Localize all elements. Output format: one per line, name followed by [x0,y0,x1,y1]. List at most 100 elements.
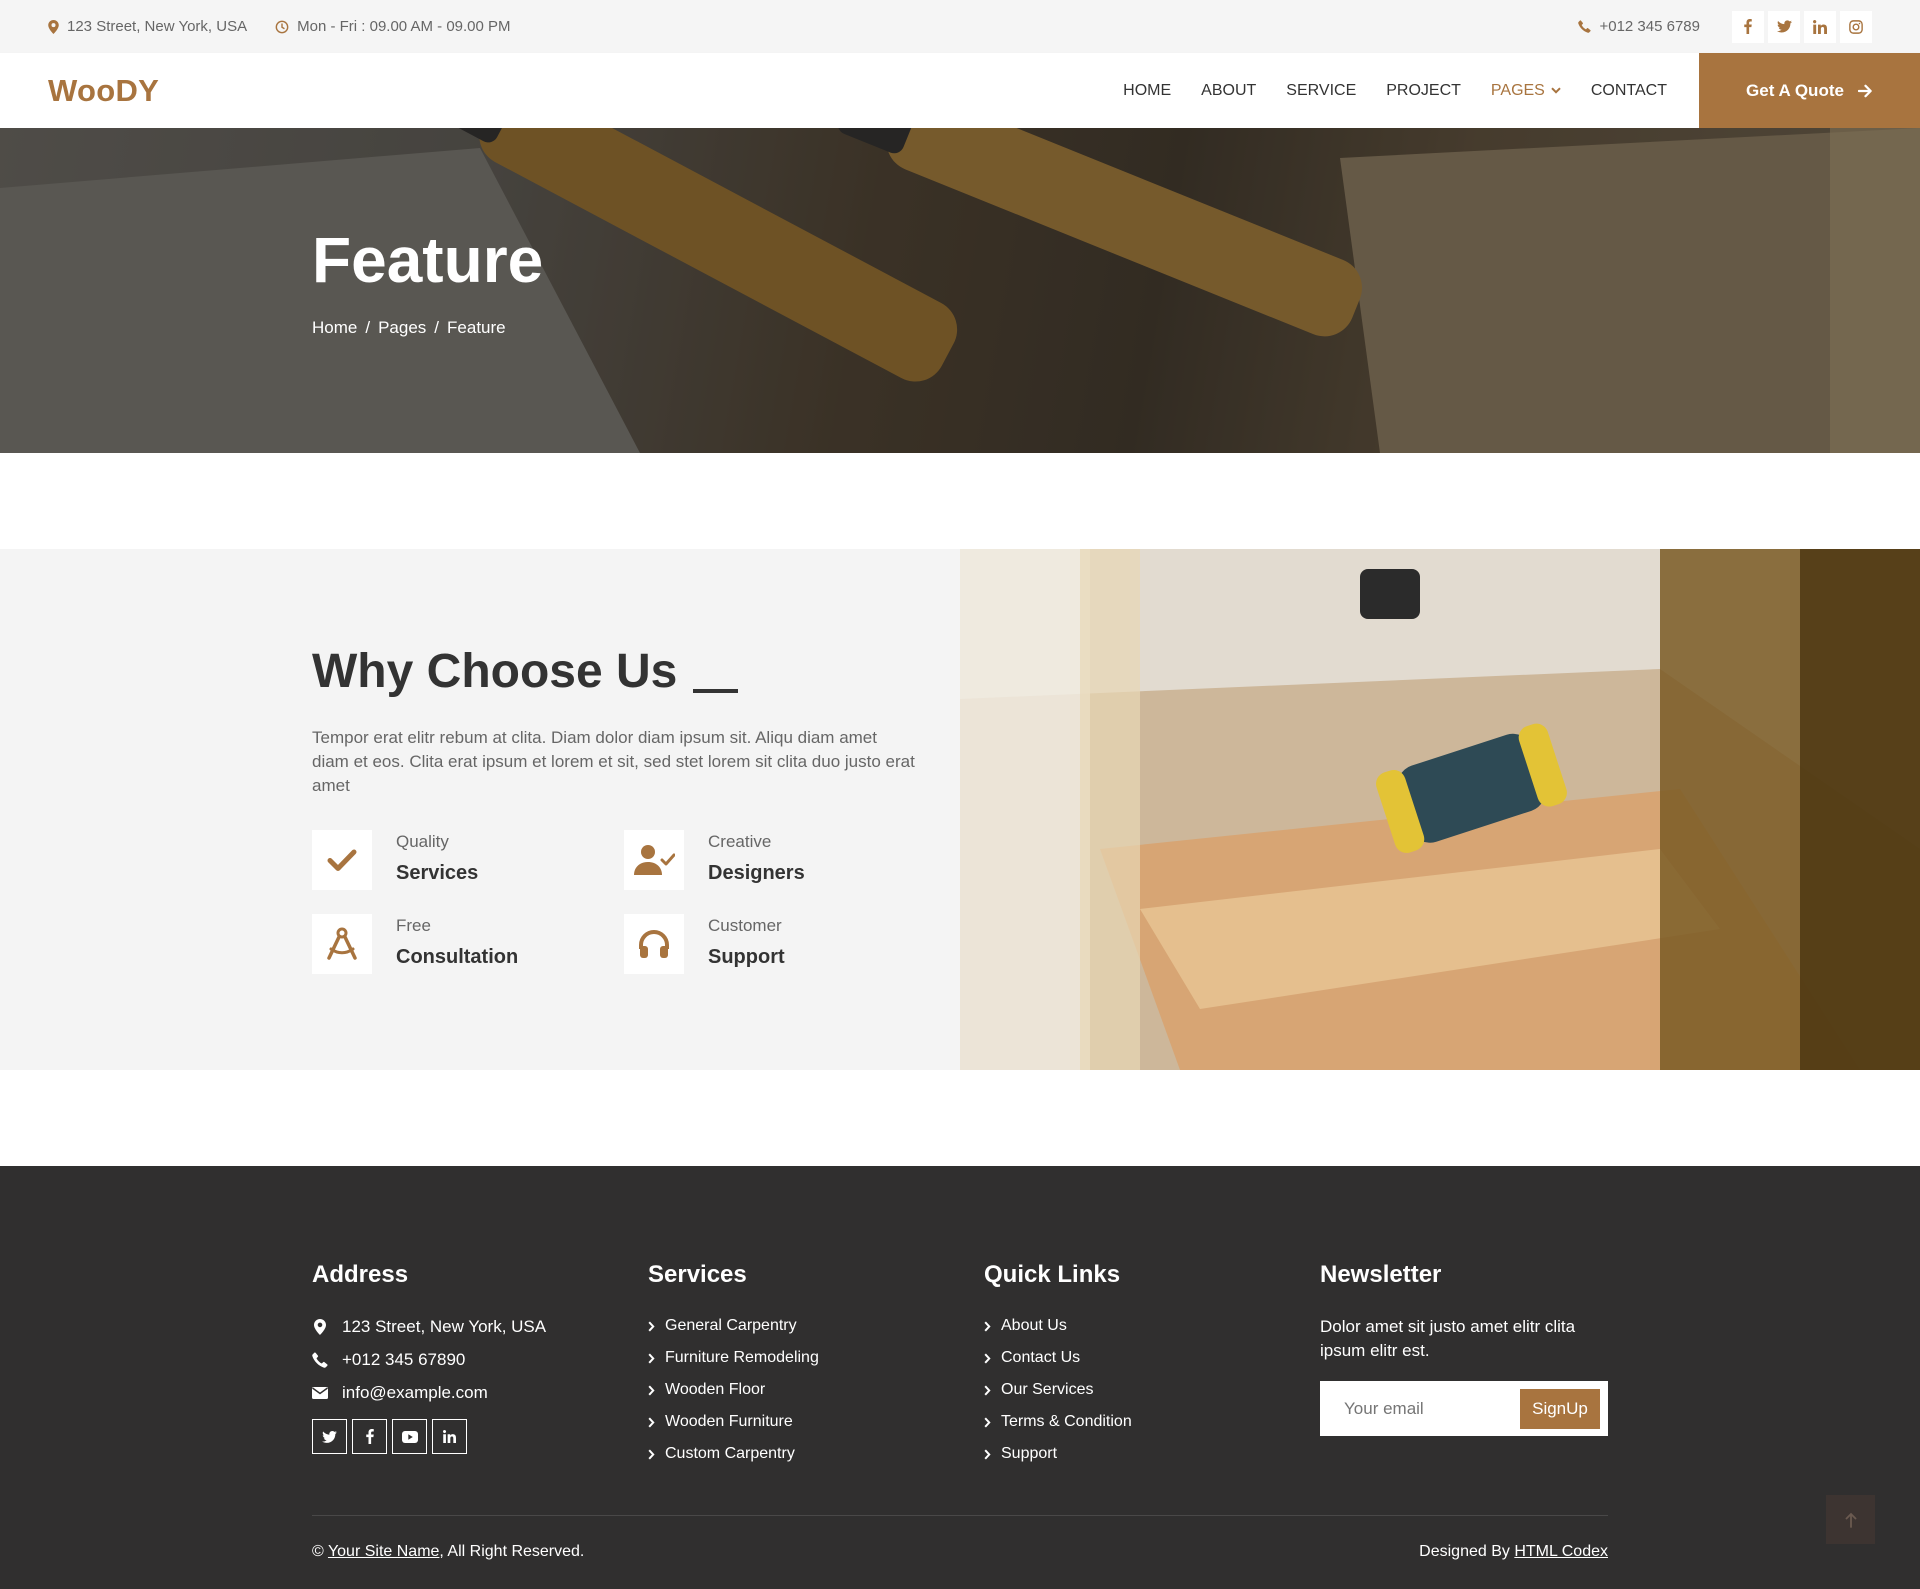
footer-service-link[interactable]: Wooden Floor [648,1381,819,1399]
newsletter-description: Dolor amet sit justo amet elitr clita ip… [1320,1317,1576,1360]
chevron-right-icon [984,1353,991,1363]
footer-quick-link-label: About Us [1001,1317,1067,1334]
nav-project[interactable]: PROJECT [1386,82,1461,100]
footer-address-column: Address 123 Street, New York, USA +012 3… [312,1261,546,1454]
footer-street: 123 Street, New York, USA [342,1317,547,1336]
back-to-top-button[interactable] [1826,1495,1875,1544]
footer-quick-link-label: Terms & Condition [1001,1413,1132,1430]
linkedin-icon [443,1430,456,1443]
footer-linkedin-link[interactable] [432,1419,467,1454]
footer-quick-links-column: Quick Links About Us Contact Us Our Serv… [984,1261,1132,1477]
footer-quick-link[interactable]: Our Services [984,1381,1132,1399]
footer-quick-links-title: Quick Links [984,1261,1121,1288]
feature-icon-box [312,830,372,890]
instagram-icon [1849,19,1863,34]
feature-big-label: Consultation [396,946,519,968]
breadcrumb-pages[interactable]: Pages [378,318,426,338]
nav-pages-dropdown[interactable]: PAGES [1491,82,1561,100]
footer-service-link-label: Wooden Floor [665,1381,766,1398]
nav-pages-label: PAGES [1490,81,1545,99]
feature-creative-designers: Creative Designers [624,830,805,890]
footer-service-link[interactable]: Custom Carpentry [648,1445,819,1463]
credit-prefix: Designed By [1419,1543,1510,1560]
footer-email-row: info@example.com [312,1383,546,1403]
footer-service-link[interactable]: Wooden Furniture [648,1413,819,1431]
feature-small-label: Quality [396,832,449,851]
phone-icon [312,1352,328,1368]
footer-address-row: 123 Street, New York, USA [312,1317,546,1337]
copyright-symbol: © [312,1543,324,1560]
breadcrumb-separator: / [434,318,440,337]
footer-youtube-link[interactable] [392,1419,427,1454]
feature-small-label: Free [396,916,431,935]
chevron-right-icon [984,1321,991,1331]
chevron-right-icon [648,1353,655,1363]
footer-facebook-link[interactable] [352,1419,387,1454]
footer-twitter-link[interactable] [312,1419,347,1454]
nav-home[interactable]: HOME [1123,82,1171,100]
topbar-address: 123 Street, New York, USA [48,18,247,35]
page-title: Feature [312,224,544,296]
nav-contact[interactable]: CONTACT [1591,82,1667,100]
map-marker-icon [314,1319,326,1335]
twitter-link[interactable] [1768,10,1800,43]
nav-about[interactable]: ABOUT [1201,82,1256,100]
footer-newsletter-column: Newsletter Dolor amet sit justo amet eli… [1320,1261,1610,1436]
footer-quick-link-label: Support [1001,1445,1058,1462]
chevron-right-icon [648,1417,655,1427]
page-header-hero: Feature Home / Pages / Feature [0,128,1920,453]
chevron-right-icon [984,1385,991,1395]
get-a-quote-button[interactable]: Get A Quote [1699,53,1920,128]
feature-customer-support: Customer Support [624,914,785,974]
twitter-icon [322,1430,337,1443]
topbar-address-text: 123 Street, New York, USA [67,18,248,35]
footer-services-title: Services [648,1261,747,1288]
check-icon [327,849,357,871]
get-a-quote-label: Get A Quote [1746,80,1844,100]
site-name-link[interactable]: Your Site Name [328,1543,439,1560]
logo[interactable]: WooDY [48,73,159,109]
footer-address-title: Address [312,1261,409,1288]
nav-service[interactable]: SERVICE [1286,82,1356,100]
footer-quick-link[interactable]: Contact Us [984,1349,1132,1367]
facebook-icon [1744,19,1752,34]
breadcrumb-home[interactable]: Home [312,318,357,338]
chevron-right-icon [984,1417,991,1427]
feature-icon-box [312,914,372,974]
footer-phone-row: +012 345 67890 [312,1350,546,1370]
designer-credit: Designed By HTML Codex [1419,1543,1608,1561]
footer-quick-link[interactable]: Terms & Condition [984,1413,1132,1431]
facebook-icon [365,1429,374,1444]
footer-phone: +012 345 67890 [342,1350,466,1369]
newsletter-signup-button[interactable]: SignUp [1520,1388,1600,1429]
facebook-link[interactable] [1732,10,1764,43]
breadcrumb-current: Feature [447,318,506,337]
linkedin-link[interactable] [1804,10,1836,43]
breadcrumb: Home / Pages / Feature [312,318,506,338]
twitter-icon [1776,20,1792,33]
map-marker-icon [48,19,59,34]
chevron-down-icon [1551,87,1561,94]
feature-icon-box [624,914,684,974]
chevron-right-icon [648,1385,655,1395]
footer-quick-link[interactable]: About Us [984,1317,1132,1335]
newsletter-email-input[interactable] [1344,1398,1514,1419]
youtube-icon [401,1430,418,1443]
main-nav: HOME ABOUT SERVICE PROJECT PAGES CONTACT… [1093,53,1920,128]
copyright: © Your Site Name, All Right Reserved. [312,1543,584,1561]
instagram-link[interactable] [1840,10,1872,43]
footer-service-link[interactable]: General Carpentry [648,1317,819,1335]
workbench-tools-image [960,549,1920,1070]
footer-service-link[interactable]: Furniture Remodeling [648,1349,819,1367]
footer-email[interactable]: info@example.com [342,1383,488,1403]
footer: Address 123 Street, New York, USA +012 3… [0,1166,1920,1589]
feature-icon-box [624,830,684,890]
feature-section: Why Choose Us Tempor erat elitr rebum at… [0,549,960,1070]
hero-overlay [0,128,1920,453]
html-codex-link[interactable]: HTML Codex [1514,1543,1608,1560]
footer-services-column: Services General Carpentry Furniture Rem… [648,1261,819,1477]
newsletter-form: SignUp [1320,1381,1608,1436]
footer-quick-link[interactable]: Support [984,1445,1132,1463]
navbar: WooDY HOME ABOUT SERVICE PROJECT PAGES C… [0,53,1920,128]
feature-quality-services: Quality Services [312,830,478,890]
